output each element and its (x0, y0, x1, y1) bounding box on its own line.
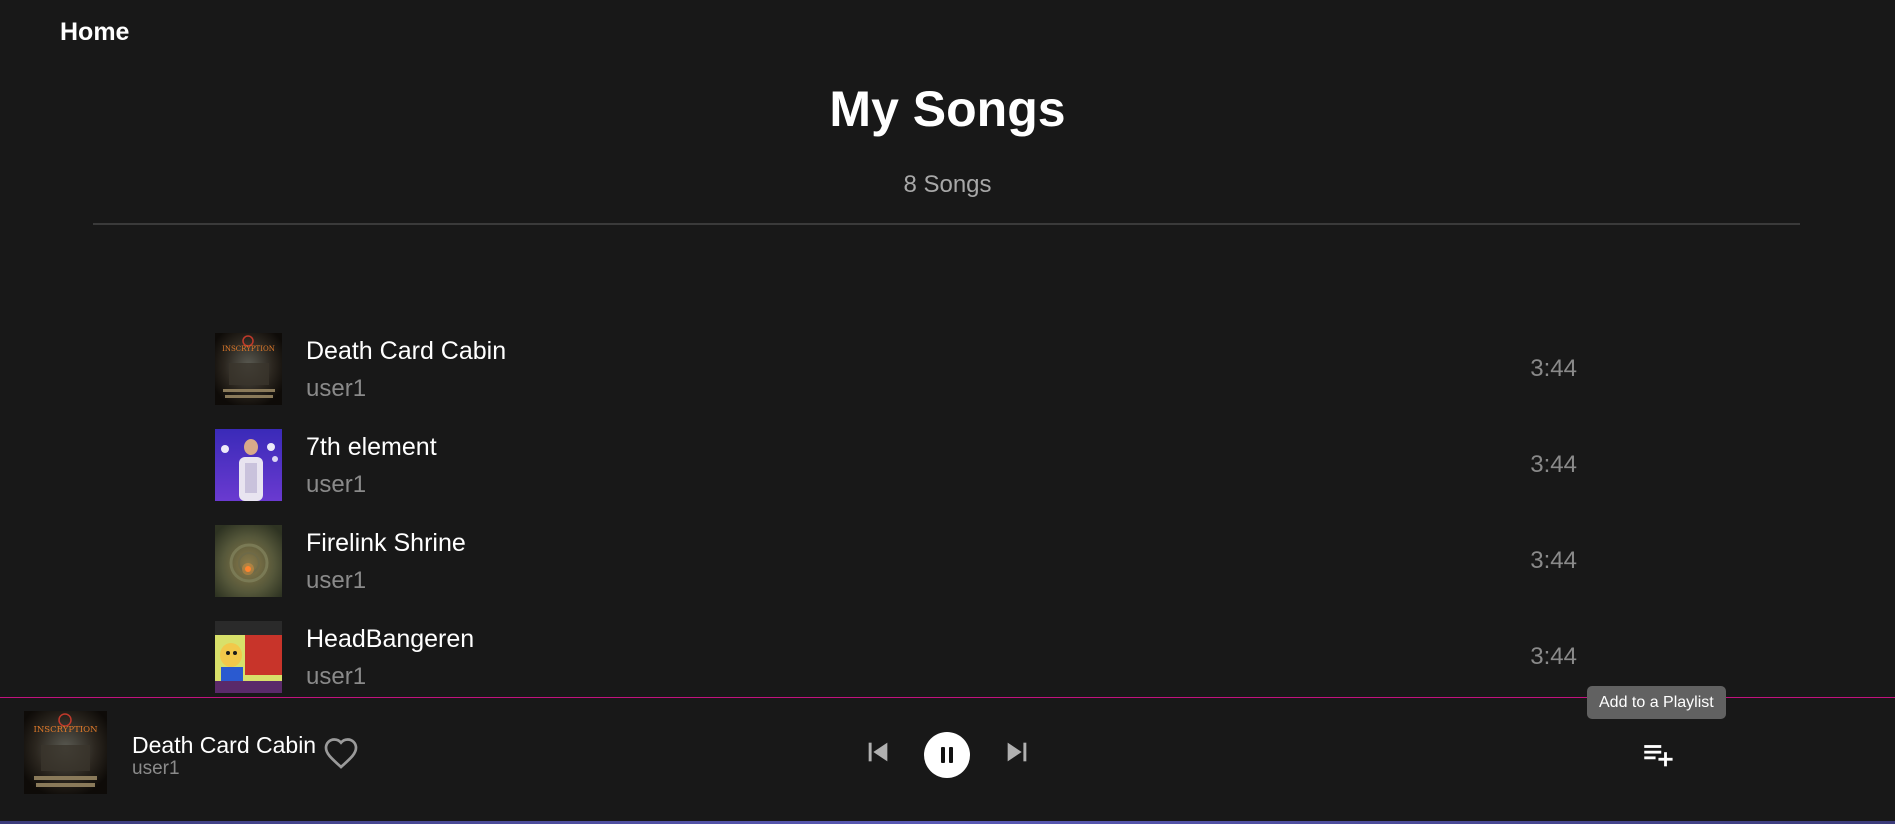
skip-next-icon[interactable] (1001, 736, 1033, 768)
song-duration: 3:44 (1530, 643, 1577, 670)
song-row[interactable]: INSCRYPTION Death Card Cabin user1 3:44 (215, 333, 1585, 405)
song-cover-art: INSCRYPTION (215, 333, 282, 405)
song-row[interactable]: 7th element user1 3:44 (215, 429, 1585, 501)
song-duration: 3:44 (1530, 355, 1577, 382)
song-title: Firelink Shrine (306, 529, 466, 557)
heart-outline-icon[interactable] (323, 735, 359, 771)
song-cover-art (215, 525, 282, 597)
now-playing-title: Death Card Cabin (132, 732, 317, 758)
song-row[interactable]: HeadBangeren user1 3:44 (215, 621, 1585, 693)
page-title: My Songs (829, 81, 1066, 137)
song-duration: 3:44 (1530, 547, 1577, 574)
song-title: 7th element (306, 433, 437, 461)
song-artist: user1 (306, 375, 367, 402)
svg-text:INSCRYPTION: INSCRYPTION (222, 345, 275, 353)
song-title: Death Card Cabin (306, 337, 507, 365)
song-artist: user1 (306, 663, 367, 690)
add-to-playlist-tooltip: Add to a Playlist (1587, 686, 1726, 719)
playlist-add-icon[interactable] (1640, 738, 1674, 772)
now-playing-cover-art: INSCRYPTION (24, 711, 107, 794)
song-row[interactable]: Firelink Shrine user1 3:44 (215, 525, 1585, 597)
song-cover-art (215, 621, 282, 693)
song-artist: user1 (306, 471, 367, 498)
pause-button[interactable] (924, 732, 970, 778)
now-playing-artist: user1 (132, 758, 180, 779)
song-count: 8 Songs (903, 171, 992, 198)
song-duration: 3:44 (1530, 451, 1577, 478)
header-divider (93, 223, 1800, 225)
song-cover-art (215, 429, 282, 501)
skip-previous-icon[interactable] (862, 736, 894, 768)
pause-icon (941, 747, 953, 763)
song-title: HeadBangeren (306, 625, 475, 653)
song-list: INSCRYPTION Death Card Cabin user1 3:44 (215, 333, 1585, 696)
nav-home-link[interactable]: Home (60, 18, 129, 47)
song-artist: user1 (306, 567, 367, 594)
songs-page: Home My Songs 8 Songs INSCRYPTION Death … (0, 0, 1895, 824)
svg-text:INSCRYPTION: INSCRYPTION (33, 725, 98, 735)
